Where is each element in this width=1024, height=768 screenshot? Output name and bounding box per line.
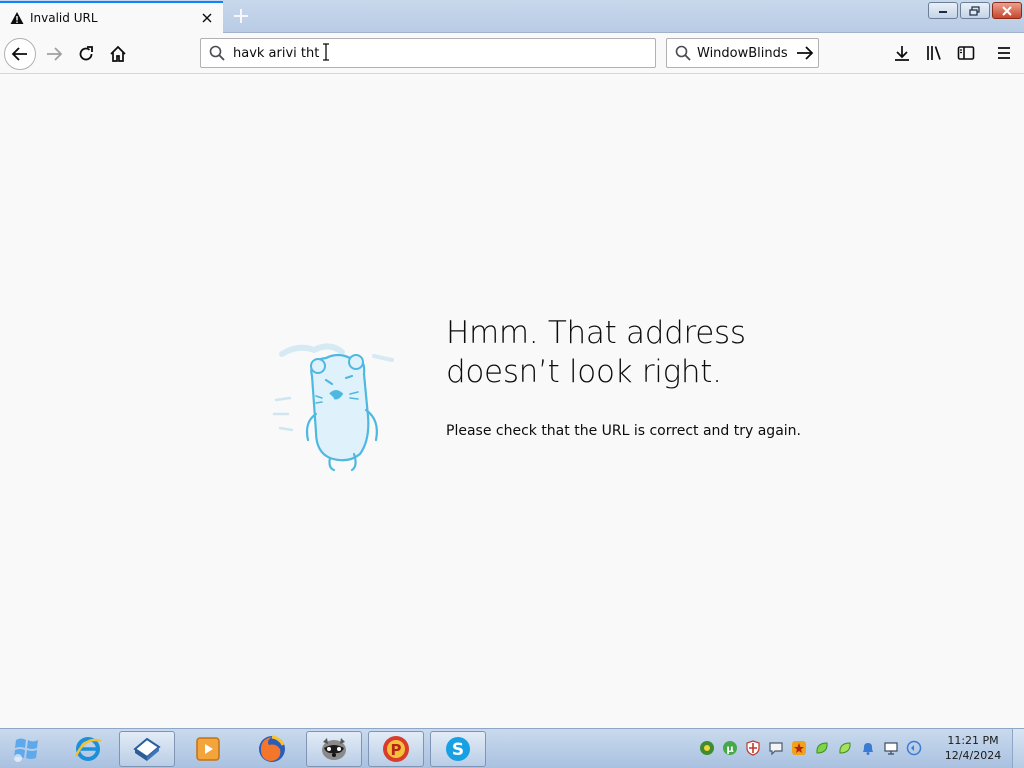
- window-controls: [928, 2, 1022, 19]
- taskbar-firefox[interactable]: [244, 731, 300, 767]
- restore-icon: [969, 5, 980, 16]
- taskbar-windowblinds[interactable]: [119, 731, 175, 767]
- downloads-button[interactable]: [887, 38, 917, 68]
- mascot-illustration: [272, 343, 394, 472]
- start-button[interactable]: [4, 731, 50, 767]
- forward-arrow-icon: [47, 47, 63, 61]
- new-tab-button[interactable]: [229, 5, 253, 27]
- green-leaf-icon[interactable]: [813, 739, 830, 756]
- home-button[interactable]: [102, 38, 134, 70]
- sidebar-icon: [957, 46, 975, 60]
- back-arrow-icon: [11, 47, 27, 61]
- error-page: Hmm. That address doesn’t look right. Pl…: [0, 74, 1024, 728]
- firefox-icon: [259, 735, 285, 762]
- media-player-icon: [196, 737, 220, 761]
- windows-logo-icon: [14, 738, 38, 762]
- svg-text:µ: µ: [726, 744, 734, 755]
- p-app-icon: P: [383, 736, 409, 762]
- search-icon: [675, 45, 691, 61]
- minimize-icon: [939, 10, 947, 13]
- svg-text:P: P: [391, 741, 402, 759]
- clock-date: 12/4/2024: [944, 749, 1002, 762]
- star-icon[interactable]: [790, 739, 807, 756]
- error-title-line-1: Hmm. That address: [446, 315, 746, 351]
- system-tray: µ: [698, 739, 922, 756]
- shield-icon[interactable]: [744, 739, 761, 756]
- green-globe-icon[interactable]: [698, 739, 715, 756]
- taskbar-skype[interactable]: S: [430, 731, 486, 767]
- taskbar-raccoon-app[interactable]: [306, 731, 362, 767]
- taskbar-media-player[interactable]: [180, 731, 236, 767]
- hamburger-menu-icon: [998, 47, 1010, 59]
- tab-strip: Invalid URL: [0, 0, 1024, 33]
- error-title: Hmm. That address doesn’t look right.: [446, 314, 866, 392]
- skype-icon: S: [446, 737, 470, 761]
- url-bar[interactable]: havk arivi tht: [200, 38, 656, 68]
- text-cursor-icon: [323, 43, 329, 61]
- search-icon: [209, 45, 225, 61]
- close-icon: [1002, 5, 1012, 16]
- plus-icon: [234, 9, 248, 23]
- error-title-line-2: doesn’t look right.: [446, 354, 722, 390]
- back-button[interactable]: [4, 38, 36, 70]
- arrow-right-icon: [797, 46, 814, 60]
- search-go-button[interactable]: [792, 39, 818, 67]
- library-icon: [927, 46, 941, 60]
- raccoon-app-icon: [322, 738, 346, 760]
- chat-icon[interactable]: [767, 739, 784, 756]
- search-input[interactable]: WindowBlinds: [697, 46, 792, 61]
- navigation-toolbar: havk arivi tht WindowBlinds: [0, 33, 1024, 74]
- volume-icon[interactable]: [905, 739, 922, 756]
- reload-icon: [79, 46, 93, 61]
- forward-button[interactable]: [38, 38, 70, 70]
- show-desktop-button[interactable]: [1012, 729, 1024, 768]
- clock-time: 11:21 PM: [947, 734, 999, 747]
- utorrent-icon[interactable]: µ: [721, 739, 738, 756]
- home-icon: [110, 45, 126, 62]
- url-input[interactable]: havk arivi tht: [233, 46, 319, 61]
- system-clock[interactable]: 11:21 PM 12/4/2024: [940, 733, 1006, 763]
- restore-button[interactable]: [960, 2, 990, 19]
- menu-button[interactable]: [989, 38, 1019, 68]
- green-leaf-icon[interactable]: [836, 739, 853, 756]
- sidebar-button[interactable]: [951, 38, 981, 68]
- error-description: Please check that the URL is correct and…: [446, 423, 801, 439]
- library-button[interactable]: [919, 38, 949, 68]
- reload-button[interactable]: [70, 38, 102, 70]
- taskbar-p-app[interactable]: P: [368, 731, 424, 767]
- taskbar: P S µ 11:21 PM 12/4/2024: [0, 728, 1024, 768]
- bell-icon[interactable]: [859, 739, 876, 756]
- close-window-button[interactable]: [992, 2, 1022, 19]
- download-icon: [895, 46, 909, 61]
- tab-title: Invalid URL: [30, 11, 98, 25]
- search-bar[interactable]: WindowBlinds: [666, 38, 819, 68]
- taskbar-internet-explorer[interactable]: [60, 731, 116, 767]
- minimize-button[interactable]: [928, 2, 958, 19]
- tab-invalid-url[interactable]: Invalid URL: [0, 1, 223, 33]
- svg-text:S: S: [452, 740, 464, 760]
- close-tab-icon[interactable]: [199, 10, 215, 26]
- warning-icon: [10, 11, 24, 25]
- network-icon[interactable]: [882, 739, 899, 756]
- internet-explorer-icon: [74, 737, 102, 761]
- windowblinds-icon: [133, 737, 161, 761]
